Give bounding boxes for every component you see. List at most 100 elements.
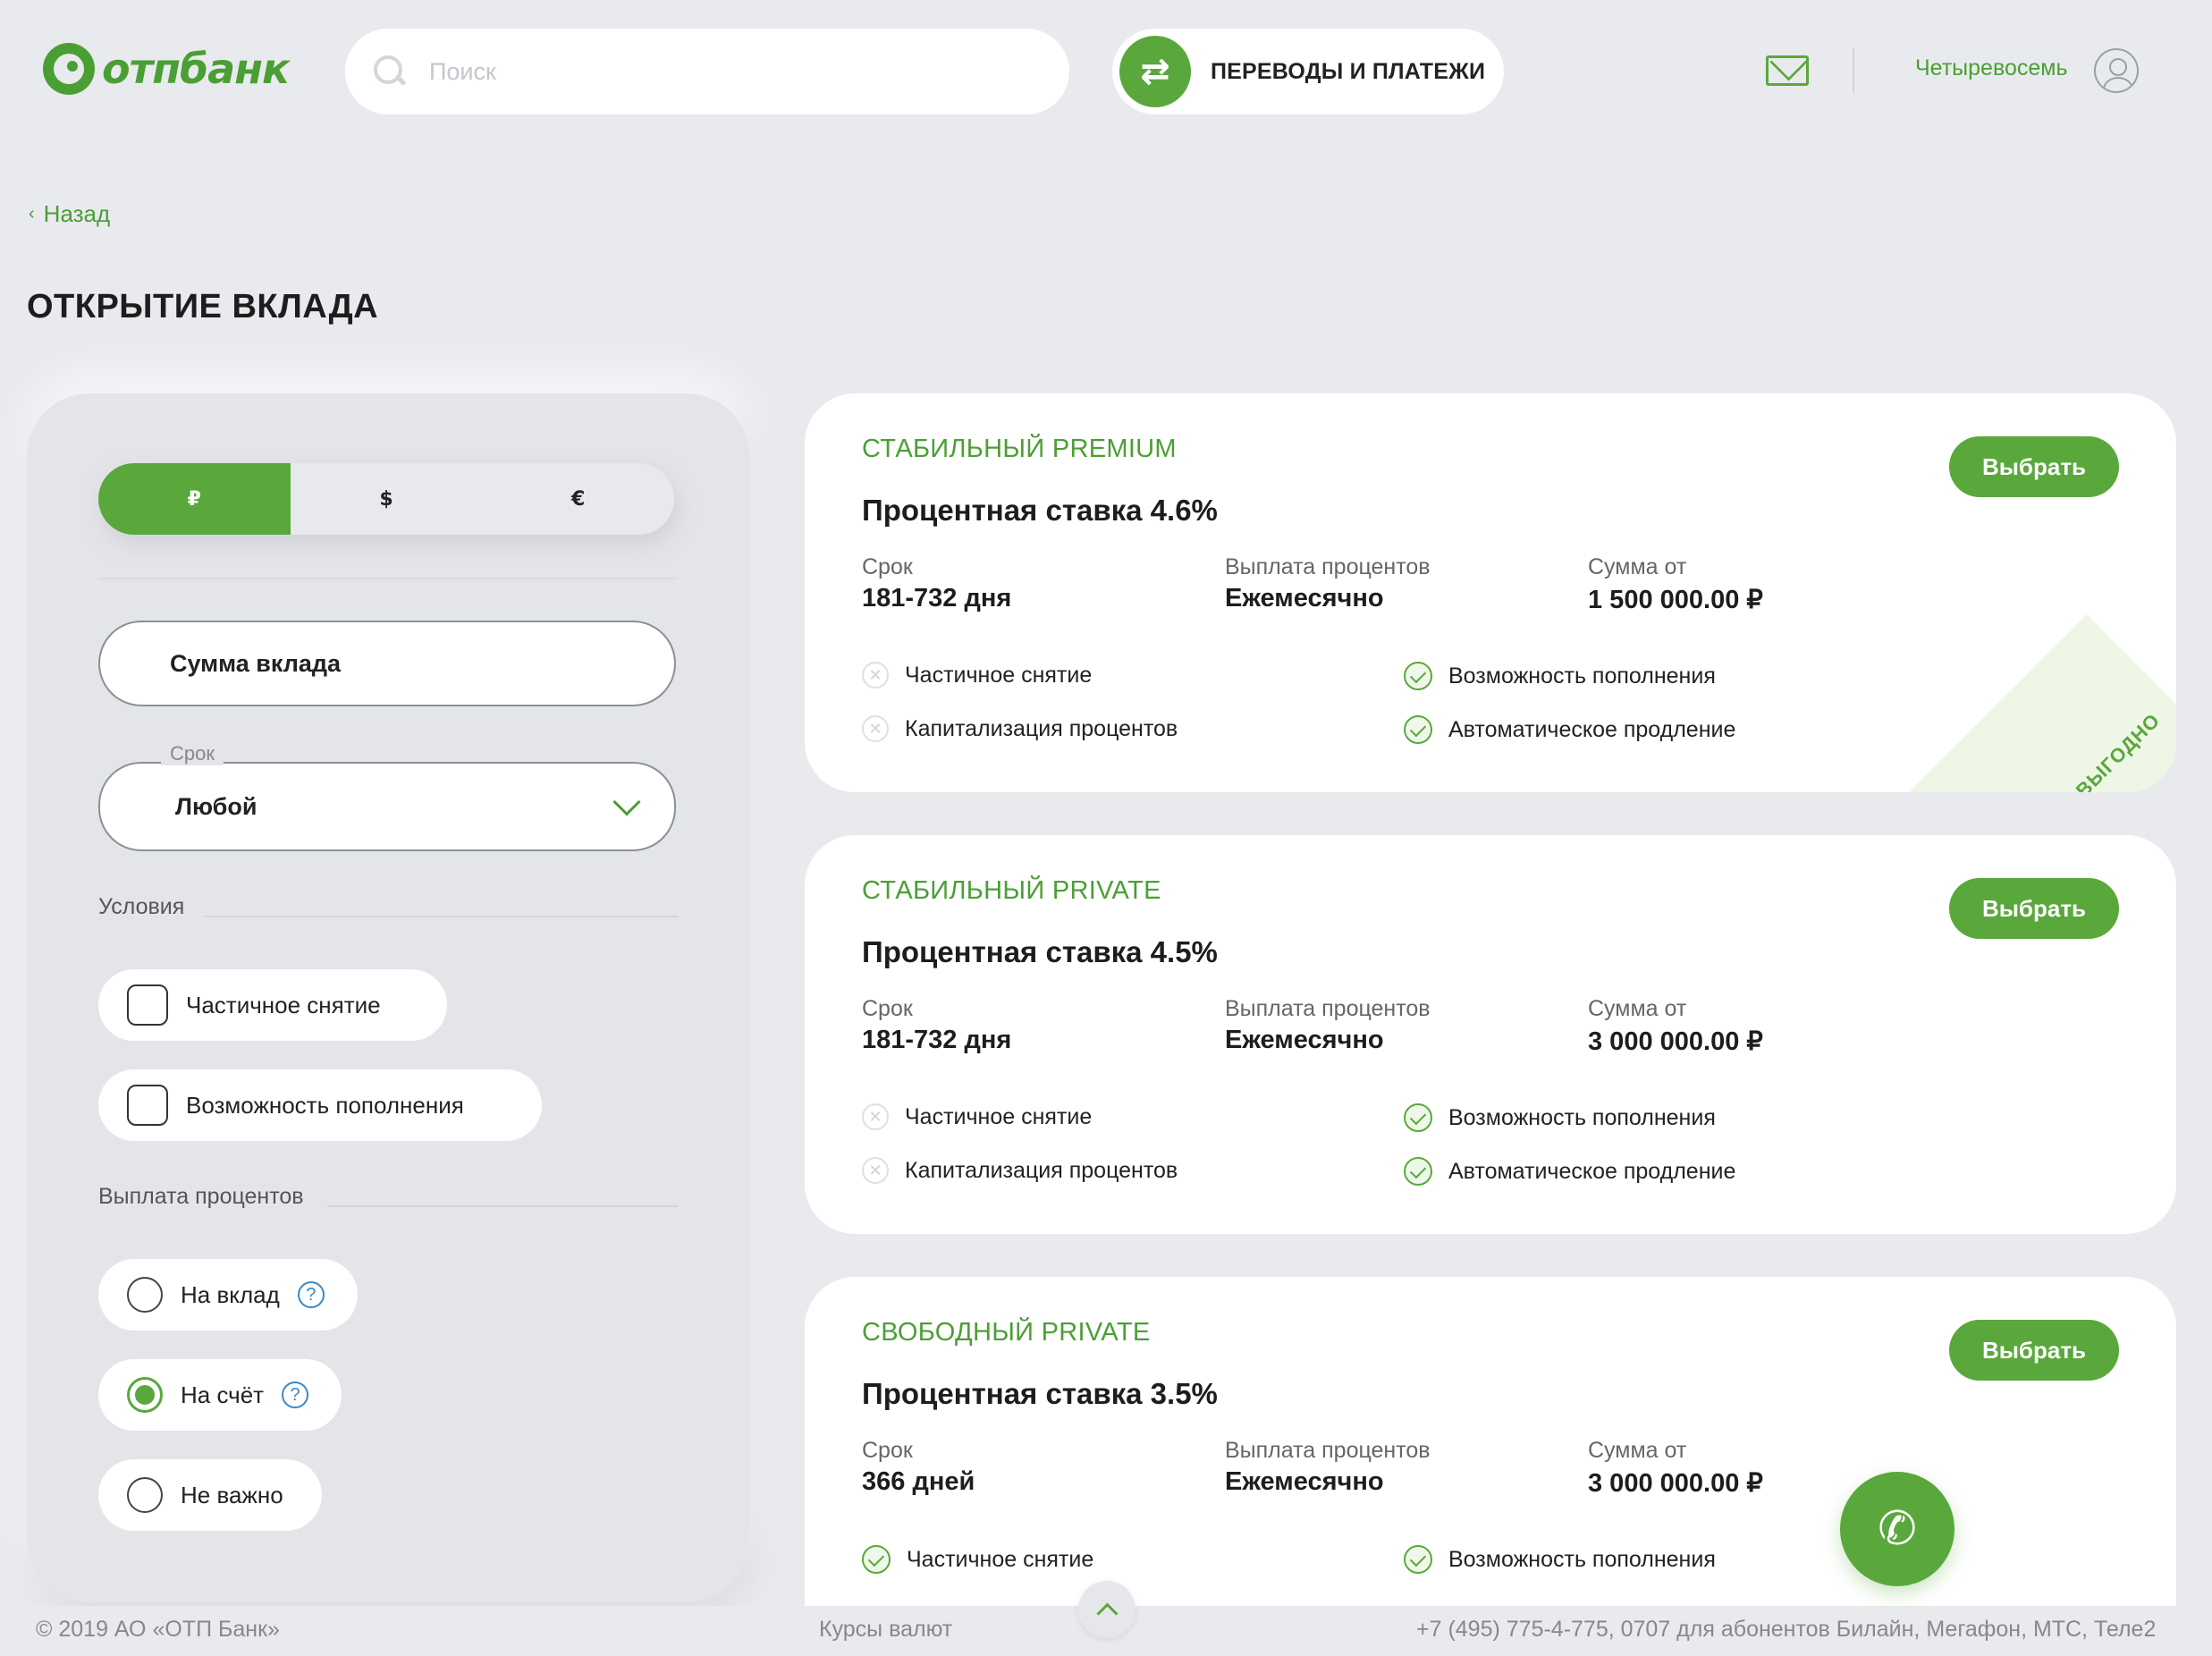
deposit-rate: Процентная ставка 3.5% <box>862 1377 1218 1410</box>
choose-button[interactable]: Выбрать <box>1949 1320 2119 1381</box>
payout-line <box>327 1205 678 1207</box>
search-input[interactable] <box>429 57 966 86</box>
info-label: Срок <box>862 554 913 579</box>
choose-button[interactable]: Выбрать <box>1949 878 2119 939</box>
username-link[interactable]: Четыревосемь <box>1915 55 2067 81</box>
feature-item: Возможность пополнения <box>1404 662 1716 690</box>
badge-ribbon <box>1910 614 2176 792</box>
deposit-rate: Процентная ставка 4.6% <box>862 494 1218 527</box>
feature-item: Возможность пополнения <box>1404 1545 1716 1574</box>
info-value: 366 дней <box>862 1467 975 1496</box>
feature-item: ✕ Частичное снятие <box>862 662 1092 689</box>
feature-item: ✕ Капитализация процентов <box>862 1157 1178 1184</box>
conditions-label: Условия <box>98 894 185 919</box>
deposit-name: СТАБИЛЬНЫЙ PREMIUM <box>862 435 1177 463</box>
feature-label: Автоматическое продление <box>1448 716 1736 742</box>
divider <box>98 578 678 579</box>
check-icon <box>862 1545 891 1574</box>
deposit-name: СВОБОДНЫЙ PRIVATE <box>862 1318 1151 1347</box>
info-label: Выплата процентов <box>1225 996 1431 1021</box>
payout-option-any[interactable]: Не важно <box>98 1459 322 1531</box>
transfers-button[interactable]: ⇄ ПЕРЕВОДЫ И ПЛАТЕЖИ <box>1112 29 1504 114</box>
currency-eur[interactable]: € <box>482 463 674 535</box>
back-link[interactable]: ‹ Назад <box>29 200 110 228</box>
check-icon <box>1404 1103 1432 1132</box>
term-info: Срок 366 дней <box>862 1438 975 1497</box>
currency-switch[interactable]: ₽ $ € <box>98 463 674 535</box>
amount-info: Сумма от 3 000 000.00 ₽ <box>1588 996 1763 1057</box>
cross-icon: ✕ <box>862 1103 889 1130</box>
payout-option-label: Не важно <box>181 1481 283 1508</box>
currency-rub[interactable]: ₽ <box>98 463 291 535</box>
avatar-icon[interactable] <box>2094 48 2139 93</box>
check-icon <box>1404 1545 1432 1574</box>
radio-icon[interactable] <box>127 1477 163 1513</box>
radio-icon[interactable] <box>127 1277 163 1313</box>
amount-info: Сумма от 1 500 000.00 ₽ <box>1588 554 1763 615</box>
help-icon[interactable]: ? <box>282 1381 309 1408</box>
feature-label: Частичное снятие <box>907 1546 1094 1572</box>
payout-info: Выплата процентов Ежемесячно <box>1225 1438 1431 1497</box>
term-info: Срок 181-732 дня <box>862 554 1011 613</box>
sum-input[interactable]: Сумма вклада <box>98 621 676 706</box>
chevron-left-icon: ‹ <box>29 204 35 224</box>
cross-icon: ✕ <box>862 662 889 689</box>
info-label: Выплата процентов <box>1225 1438 1431 1463</box>
choose-button[interactable]: Выбрать <box>1949 436 2119 497</box>
currency-rates-link[interactable]: Курсы валют <box>819 1617 952 1643</box>
term-select[interactable]: Любой <box>98 762 676 851</box>
info-value: Ежемесячно <box>1225 584 1384 613</box>
info-label: Срок <box>862 1438 913 1463</box>
info-label: Сумма от <box>1588 996 1687 1021</box>
logo-mark-icon <box>43 43 95 95</box>
deposit-card: СТАБИЛЬНЫЙ PRIVATE Выбрать Процентная ст… <box>805 835 2176 1234</box>
search-icon <box>372 54 408 89</box>
term-label: Срок <box>161 742 224 765</box>
logo[interactable]: отпбанк <box>43 43 290 95</box>
radio-icon[interactable] <box>127 1377 163 1413</box>
feature-label: Капитализация процентов <box>905 1157 1178 1183</box>
payout-info: Выплата процентов Ежемесячно <box>1225 996 1431 1055</box>
info-label: Сумма от <box>1588 554 1687 579</box>
feature-label: Капитализация процентов <box>905 715 1178 741</box>
payout-option-account[interactable]: На счёт ? <box>98 1359 342 1431</box>
feature-label: Частичное снятие <box>905 662 1093 688</box>
payout-label: Выплата процентов <box>98 1184 304 1209</box>
info-value: 3 000 000.00 ₽ <box>1588 1027 1763 1056</box>
help-icon[interactable]: ? <box>297 1281 325 1308</box>
info-label: Сумма от <box>1588 1438 1687 1463</box>
chat-phone-icon[interactable]: ✆ <box>1840 1472 1954 1586</box>
footer-copyright: © 2019 АО «ОТП Банк» <box>36 1617 280 1642</box>
condition-partial-withdrawal[interactable]: Частичное снятие <box>98 969 447 1041</box>
check-icon <box>1404 1157 1432 1186</box>
info-value: 181-732 дня <box>862 1026 1012 1054</box>
header-divider <box>1853 48 1854 93</box>
check-icon <box>1404 715 1432 744</box>
feature-item: ✕ Капитализация процентов <box>862 715 1178 742</box>
transfer-icon: ⇄ <box>1119 36 1191 107</box>
condition-replenishment[interactable]: Возможность пополнения <box>98 1069 542 1141</box>
payout-option-deposit[interactable]: На вклад ? <box>98 1259 358 1331</box>
feature-item: Автоматическое продление <box>1404 715 1735 744</box>
payout-option-label: На счёт <box>181 1381 265 1408</box>
amount-info: Сумма от 3 000 000.00 ₽ <box>1588 1438 1763 1499</box>
info-value: 1 500 000.00 ₽ <box>1588 586 1763 614</box>
conditions-line <box>204 916 678 917</box>
deposit-rate: Процентная ставка 4.5% <box>862 935 1218 968</box>
checkbox-icon[interactable] <box>127 1085 168 1126</box>
info-label: Выплата процентов <box>1225 554 1431 579</box>
mail-icon[interactable] <box>1766 55 1809 86</box>
term-value: Любой <box>175 792 258 820</box>
page-title: ОТКРЫТИЕ ВКЛАДА <box>27 288 379 325</box>
currency-usd[interactable]: $ <box>291 463 483 535</box>
checkbox-icon[interactable] <box>127 984 168 1026</box>
footer-phones: +7 (495) 775-4-775, 0707 для абонентов Б… <box>1416 1617 2157 1642</box>
arrow-up-icon[interactable] <box>1078 1581 1136 1638</box>
logo-text: отпбанк <box>102 45 290 93</box>
info-value: 181-732 дня <box>862 584 1012 613</box>
payout-option-label: На вклад <box>181 1280 280 1308</box>
feature-label: Частичное снятие <box>905 1103 1093 1129</box>
search-bar[interactable] <box>345 29 1069 114</box>
feature-item: Частичное снятие <box>862 1545 1093 1574</box>
back-label: Назад <box>43 200 111 227</box>
